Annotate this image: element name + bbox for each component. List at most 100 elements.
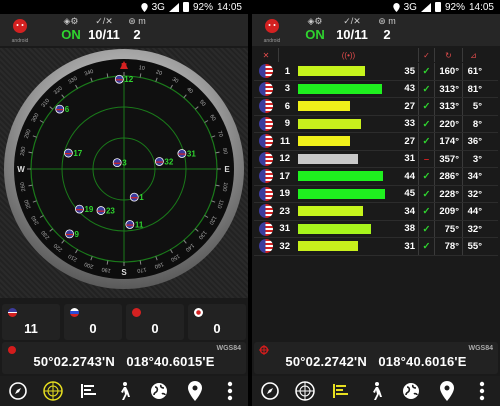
satellite-marker[interactable]: 32 [154,157,174,166]
satellite-prn-label: 17 [73,149,82,158]
sky-radar: 330 340 10 20 30 40 50 60 70 80 100 110 120 130 140 150… [0,48,248,298]
satellite-prn-label: 23 [106,207,115,216]
col-system[interactable]: ✕ [254,48,278,62]
snr-value: 34 [404,205,415,217]
azimuth-cell: 357° [434,150,462,167]
cardinal-label: W [17,165,25,174]
table-row[interactable]: 6 27 ✓ 313° 5° [254,98,498,116]
app-header: android ◈⚙ ON ✓/✕ 10/11 ⊛ m 2 [0,14,248,46]
prn-cell: 1 [284,65,290,77]
table-row[interactable]: 19 45 ✓ 228° 32° [254,185,498,203]
signal-bars-nav-button[interactable] [78,380,100,402]
overflow-menu-button[interactable] [471,380,493,402]
elevation-cell: 5° [462,98,484,115]
prn-cell: 19 [279,188,290,200]
prn-cell: 31 [279,223,290,235]
location-pin-icon [140,2,148,12]
snr-value: 27 [404,100,415,112]
bottom-navigation [0,376,248,406]
azimuth-cell: 174° [434,133,462,150]
table-row[interactable]: 3 43 ✓ 313° 81° [254,80,498,98]
col-used[interactable]: ✓ [418,48,434,62]
table-row[interactable]: 23 34 ✓ 209° 44° [254,203,498,221]
qzss-count-card[interactable]: 0 [188,304,246,340]
overflow-menu-button[interactable] [219,380,241,402]
accuracy-icon: ⊛ m [128,16,146,26]
location-card[interactable]: WGS84 50°02.2742'N 018°40.6016'E [254,342,498,374]
snr-value: 27 [404,135,415,147]
prn-cell: 9 [284,118,290,130]
beidou-count-card[interactable]: 0 [126,304,184,340]
walk-nav-button[interactable] [113,380,135,402]
table-row[interactable]: 9 33 ✓ 220° 8° [254,115,498,133]
globe-nav-button[interactable] [148,380,170,402]
satellite-marker[interactable]: 31 [177,149,196,158]
location-pin-icon [392,2,400,12]
elevation-cell: 44° [462,203,484,220]
accuracy-unit: m [388,16,396,26]
us-flag-icon [259,134,273,149]
satellite-marker[interactable]: 11 [125,220,144,229]
col-azimuth[interactable]: ↻ [434,48,462,62]
map-pin-nav-button[interactable] [184,380,206,402]
flag-cell [254,204,278,219]
snr-bar [298,66,366,77]
compass-icon [8,382,27,400]
snr-bar [298,171,384,182]
globe-nav-button[interactable] [400,380,422,402]
azimuth-header-icon: ↻ [445,50,452,60]
satellite-marker[interactable]: 17 [63,148,83,158]
radar-nav-button[interactable] [294,380,316,402]
satellite-list-screen: 3G 92% 14:05 android ◈⚙ ON ✓/✕ 10/11 ⊛ m… [252,0,500,406]
satellite-marker[interactable]: 19 [75,204,94,214]
snr-value: 33 [404,118,415,130]
map-pin-nav-button[interactable] [436,380,458,402]
azimuth-cell: 220° [434,115,462,132]
used-visible-icon: ✓/✕ [343,16,361,26]
fix-status-value: ON [305,27,325,42]
flag-cell [254,134,278,149]
used-visible-icon: ✓/✕ [95,16,113,26]
compass-nav-button[interactable] [259,380,281,402]
table-row[interactable]: 31 38 ✓ 75° 32° [254,220,498,238]
prn-cell: 3 [284,83,290,95]
col-elevation[interactable]: ⊿ [462,48,484,62]
compass-degree-label: 80 [221,148,228,155]
snr-cell: 38 [292,221,418,238]
compass-tick [139,73,142,78]
flag-stripe [130,197,138,199]
col-snr[interactable]: ((•)) [278,48,418,62]
gps-count: 11 [24,321,38,336]
table-row[interactable]: 1 35 ✓ 160° 61° [254,63,498,81]
satellite-marker[interactable]: 23 [96,206,115,216]
svg-text:android: android [12,38,29,44]
table-row[interactable]: 32 31 ✓ 78° 55° [254,238,498,256]
constellation-counts: 11 0 0 0 [2,304,246,340]
radar-nav-button[interactable] [42,380,64,402]
snr-bar [298,136,350,147]
signal-icon [420,2,431,12]
used-cell: ✓ [418,98,434,115]
us-flag-icon [259,81,273,96]
azimuth-cell: 286° [434,168,462,185]
location-card[interactable]: WGS84 50°02.2743'N 018°40.6015'E [2,342,246,374]
signal-bars-nav-button[interactable] [330,380,352,402]
battery-level: 92% [444,1,465,13]
snr-cell: 35 [292,63,418,80]
table-row[interactable]: 17 44 ✓ 286° 34° [254,168,498,186]
table-row[interactable]: 11 27 ✓ 174° 36° [254,133,498,151]
snr-cell: 43 [292,81,418,98]
compass-tick [106,260,109,265]
compass-degree-label: 10 [138,65,145,72]
satellite-prn-label: 9 [75,230,80,239]
flag-cell [254,169,278,184]
compass-nav-button[interactable] [7,380,29,402]
walk-nav-button[interactable] [365,380,387,402]
table-row[interactable]: 12 31–357° 3° [254,150,498,168]
elevation-cell: 8° [462,115,484,132]
battery-icon [434,2,441,12]
satellite-marker[interactable]: 12 [114,74,134,84]
gps-count-card[interactable]: 11 [2,304,60,340]
snr-value: 45 [404,188,415,200]
glonass-count-card[interactable]: 0 [64,304,122,340]
